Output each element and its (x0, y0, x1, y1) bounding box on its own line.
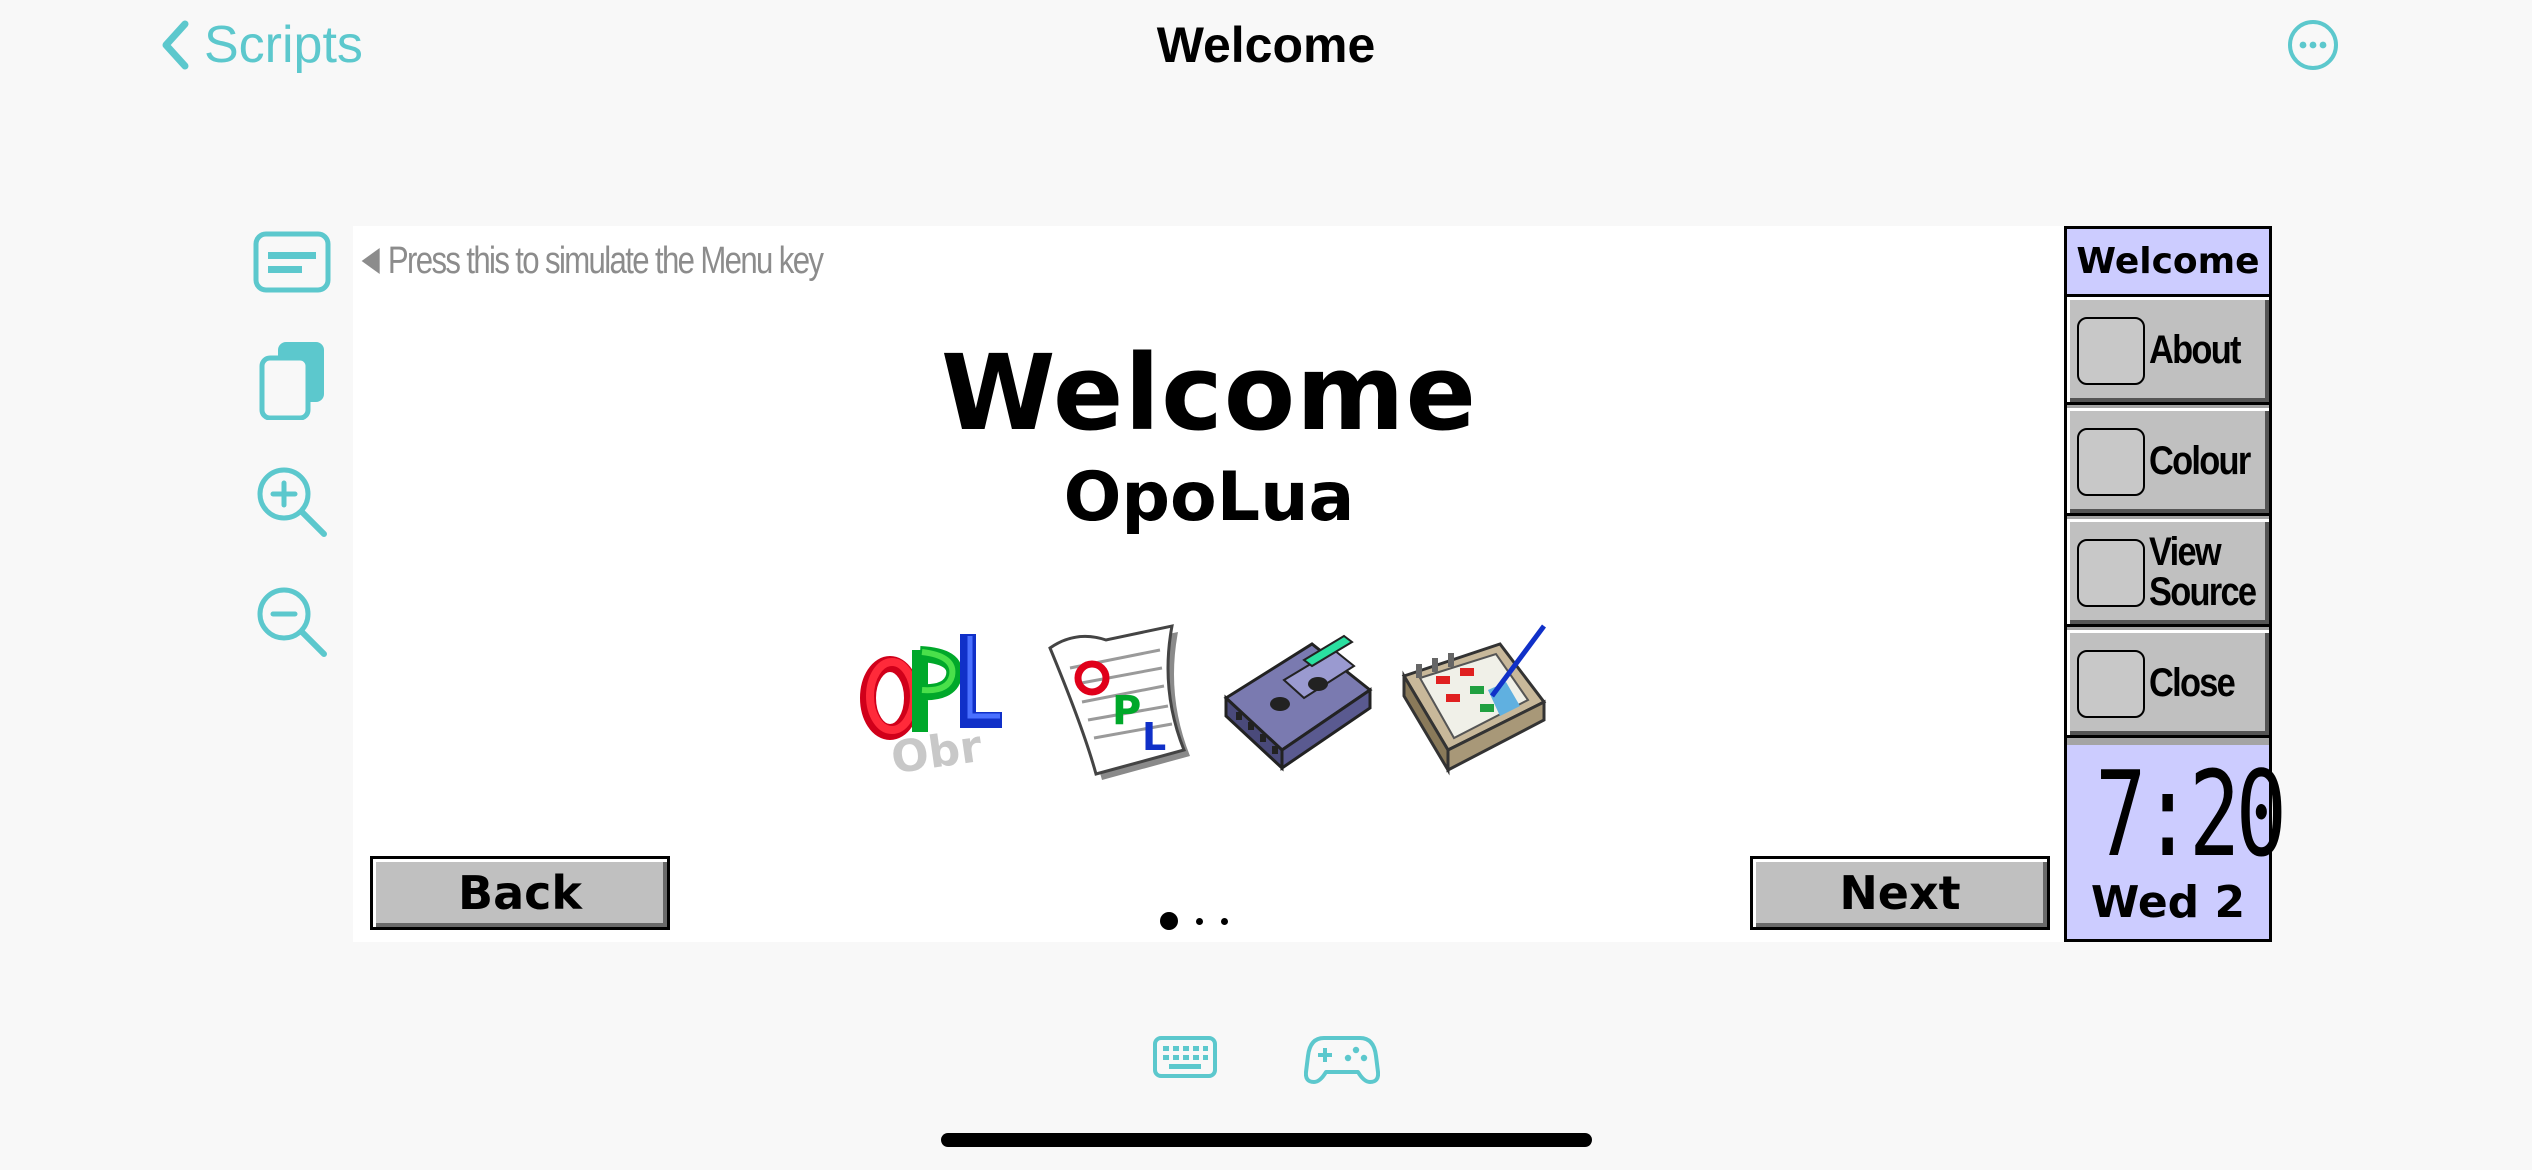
opl-document-app[interactable]: P L (1036, 620, 1196, 780)
menu-key-icon (253, 231, 331, 293)
page-dot (1221, 917, 1228, 925)
home-indicator[interactable] (941, 1133, 1592, 1147)
next-screen-button[interactable]: Next (1750, 856, 2050, 930)
copy-button[interactable] (252, 340, 332, 421)
toolbar-button-label: View Source (2149, 529, 2257, 614)
game-controller-button[interactable] (1303, 1028, 1381, 1088)
menu-key-hint-text: Press this to simulate the Menu key (387, 239, 824, 282)
zoom-in-icon (257, 467, 327, 537)
toolbar-button-icon-slot (2077, 539, 2145, 607)
welcome-heading: Welcome (940, 332, 1478, 454)
agenda-calendar-icon (1401, 624, 1547, 776)
game-controller-icon (1303, 1036, 1381, 1084)
toolbar-button-icon-slot (2077, 317, 2145, 385)
page-dot-active (1160, 912, 1178, 930)
keyboard-button[interactable] (1152, 1028, 1218, 1088)
opl-logo-icon: Obr (860, 634, 1002, 784)
toolbar-about-button[interactable]: About (2067, 297, 2269, 405)
menu-key-hint[interactable]: Press this to simulate the Menu key (360, 236, 824, 286)
zoom-out-button[interactable] (252, 582, 332, 662)
back-button-label: Scripts (204, 16, 363, 74)
toolbar-clock[interactable]: 7:20 Wed 2 (2067, 745, 2287, 939)
toolbar-title: Welcome (2067, 229, 2269, 297)
opl-logo-app[interactable]: Obr (856, 620, 1016, 784)
left-pointer-icon (361, 248, 380, 274)
svg-text:L: L (1142, 715, 1166, 759)
toolbar-view-source-button[interactable]: View Source (2067, 519, 2269, 627)
cassette-app[interactable] (1216, 620, 1376, 780)
cassette-tape-icon (1223, 634, 1373, 772)
clock-date: Wed 2 (2090, 877, 2246, 928)
page-indicator (1160, 912, 1228, 930)
toolbar-button-icon-slot (2077, 650, 2145, 718)
zoom-out-icon (257, 587, 327, 657)
chevron-left-icon (162, 20, 189, 70)
toolbar-colour-button[interactable]: Colour (2067, 408, 2269, 516)
keyboard-icon (1153, 1036, 1217, 1078)
toolbar-close-button[interactable]: Close (2067, 630, 2269, 738)
zoom-in-button[interactable] (252, 462, 332, 542)
more-options-button[interactable] (2286, 18, 2340, 72)
clock-time: 7:20 (2095, 745, 2287, 883)
clipboard-copy-icon (259, 342, 324, 421)
page-dot (1196, 917, 1203, 925)
ellipsis-circle-icon (2288, 20, 2338, 70)
page-title: Welcome (1156, 17, 1376, 73)
agenda-app[interactable] (1396, 620, 1556, 780)
back-button[interactable]: Scripts (160, 10, 363, 80)
menu-key-button[interactable] (252, 222, 332, 302)
app-name-subtitle: OpoLua (1063, 458, 1355, 537)
back-screen-button[interactable]: Back (370, 856, 670, 930)
svg-text:P: P (1112, 688, 1141, 734)
toolbar-button-label: About (2149, 327, 2241, 372)
toolbar-button-icon-slot (2077, 428, 2145, 496)
opl-document-icon: P L (1048, 624, 1190, 780)
toolbar-button-label: Close (2149, 660, 2236, 705)
toolbar-button-label: Colour (2149, 438, 2251, 483)
